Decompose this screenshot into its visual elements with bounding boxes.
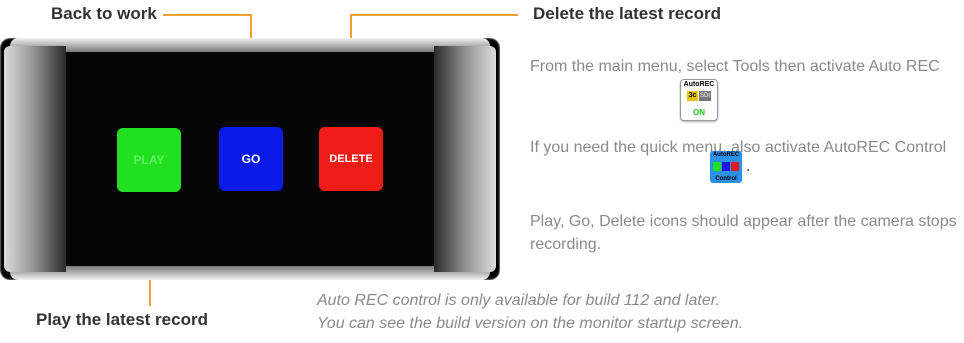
instruction-icons-appear: Play, Go, Delete icons should appear aft… [530, 213, 957, 253]
autorec-control-icon: AutoREC Control [710, 151, 742, 183]
leader-delete-h [350, 14, 518, 16]
autorec-control-red-square [731, 162, 739, 171]
delete-button[interactable]: DELETE [319, 127, 383, 191]
build-note-line-2: You can see the build version on the mon… [317, 315, 744, 332]
auto-rec-on-icon: AutoREC 3c SDI ON [680, 79, 718, 121]
auto-rec-icon-badge: 3c [687, 91, 698, 101]
bezel-right [434, 46, 496, 272]
bezel-top [10, 38, 490, 52]
callout-play-latest-record: Play the latest record [36, 310, 208, 329]
autorec-control-blue-square [722, 162, 730, 171]
autorec-control-icon-subtitle: Control [715, 176, 737, 182]
leader-back-h [163, 14, 251, 16]
callout-back-to-work: Back to work [51, 4, 157, 23]
autorec-control-icon-title: AutoREC [712, 152, 740, 158]
bezel-left [4, 46, 66, 272]
auto-rec-icon-state: ON [693, 108, 705, 117]
bezel-bottom [10, 266, 490, 280]
build-note: Auto REC control is only available for b… [317, 289, 743, 335]
autorec-control-green-square [713, 162, 721, 171]
build-note-line-1: Auto REC control is only available for b… [317, 292, 720, 309]
play-button[interactable]: PLAY [117, 128, 181, 192]
instruction-activate-auto-rec: From the main menu, select Tools then ac… [530, 58, 940, 75]
instruction-period: . [746, 158, 751, 175]
auto-rec-icon-title: AutoREC [683, 81, 715, 88]
callout-delete-latest-record: Delete the latest record [533, 4, 722, 23]
auto-rec-icon-sd: SDI [699, 91, 711, 101]
go-button[interactable]: GO [219, 127, 283, 191]
